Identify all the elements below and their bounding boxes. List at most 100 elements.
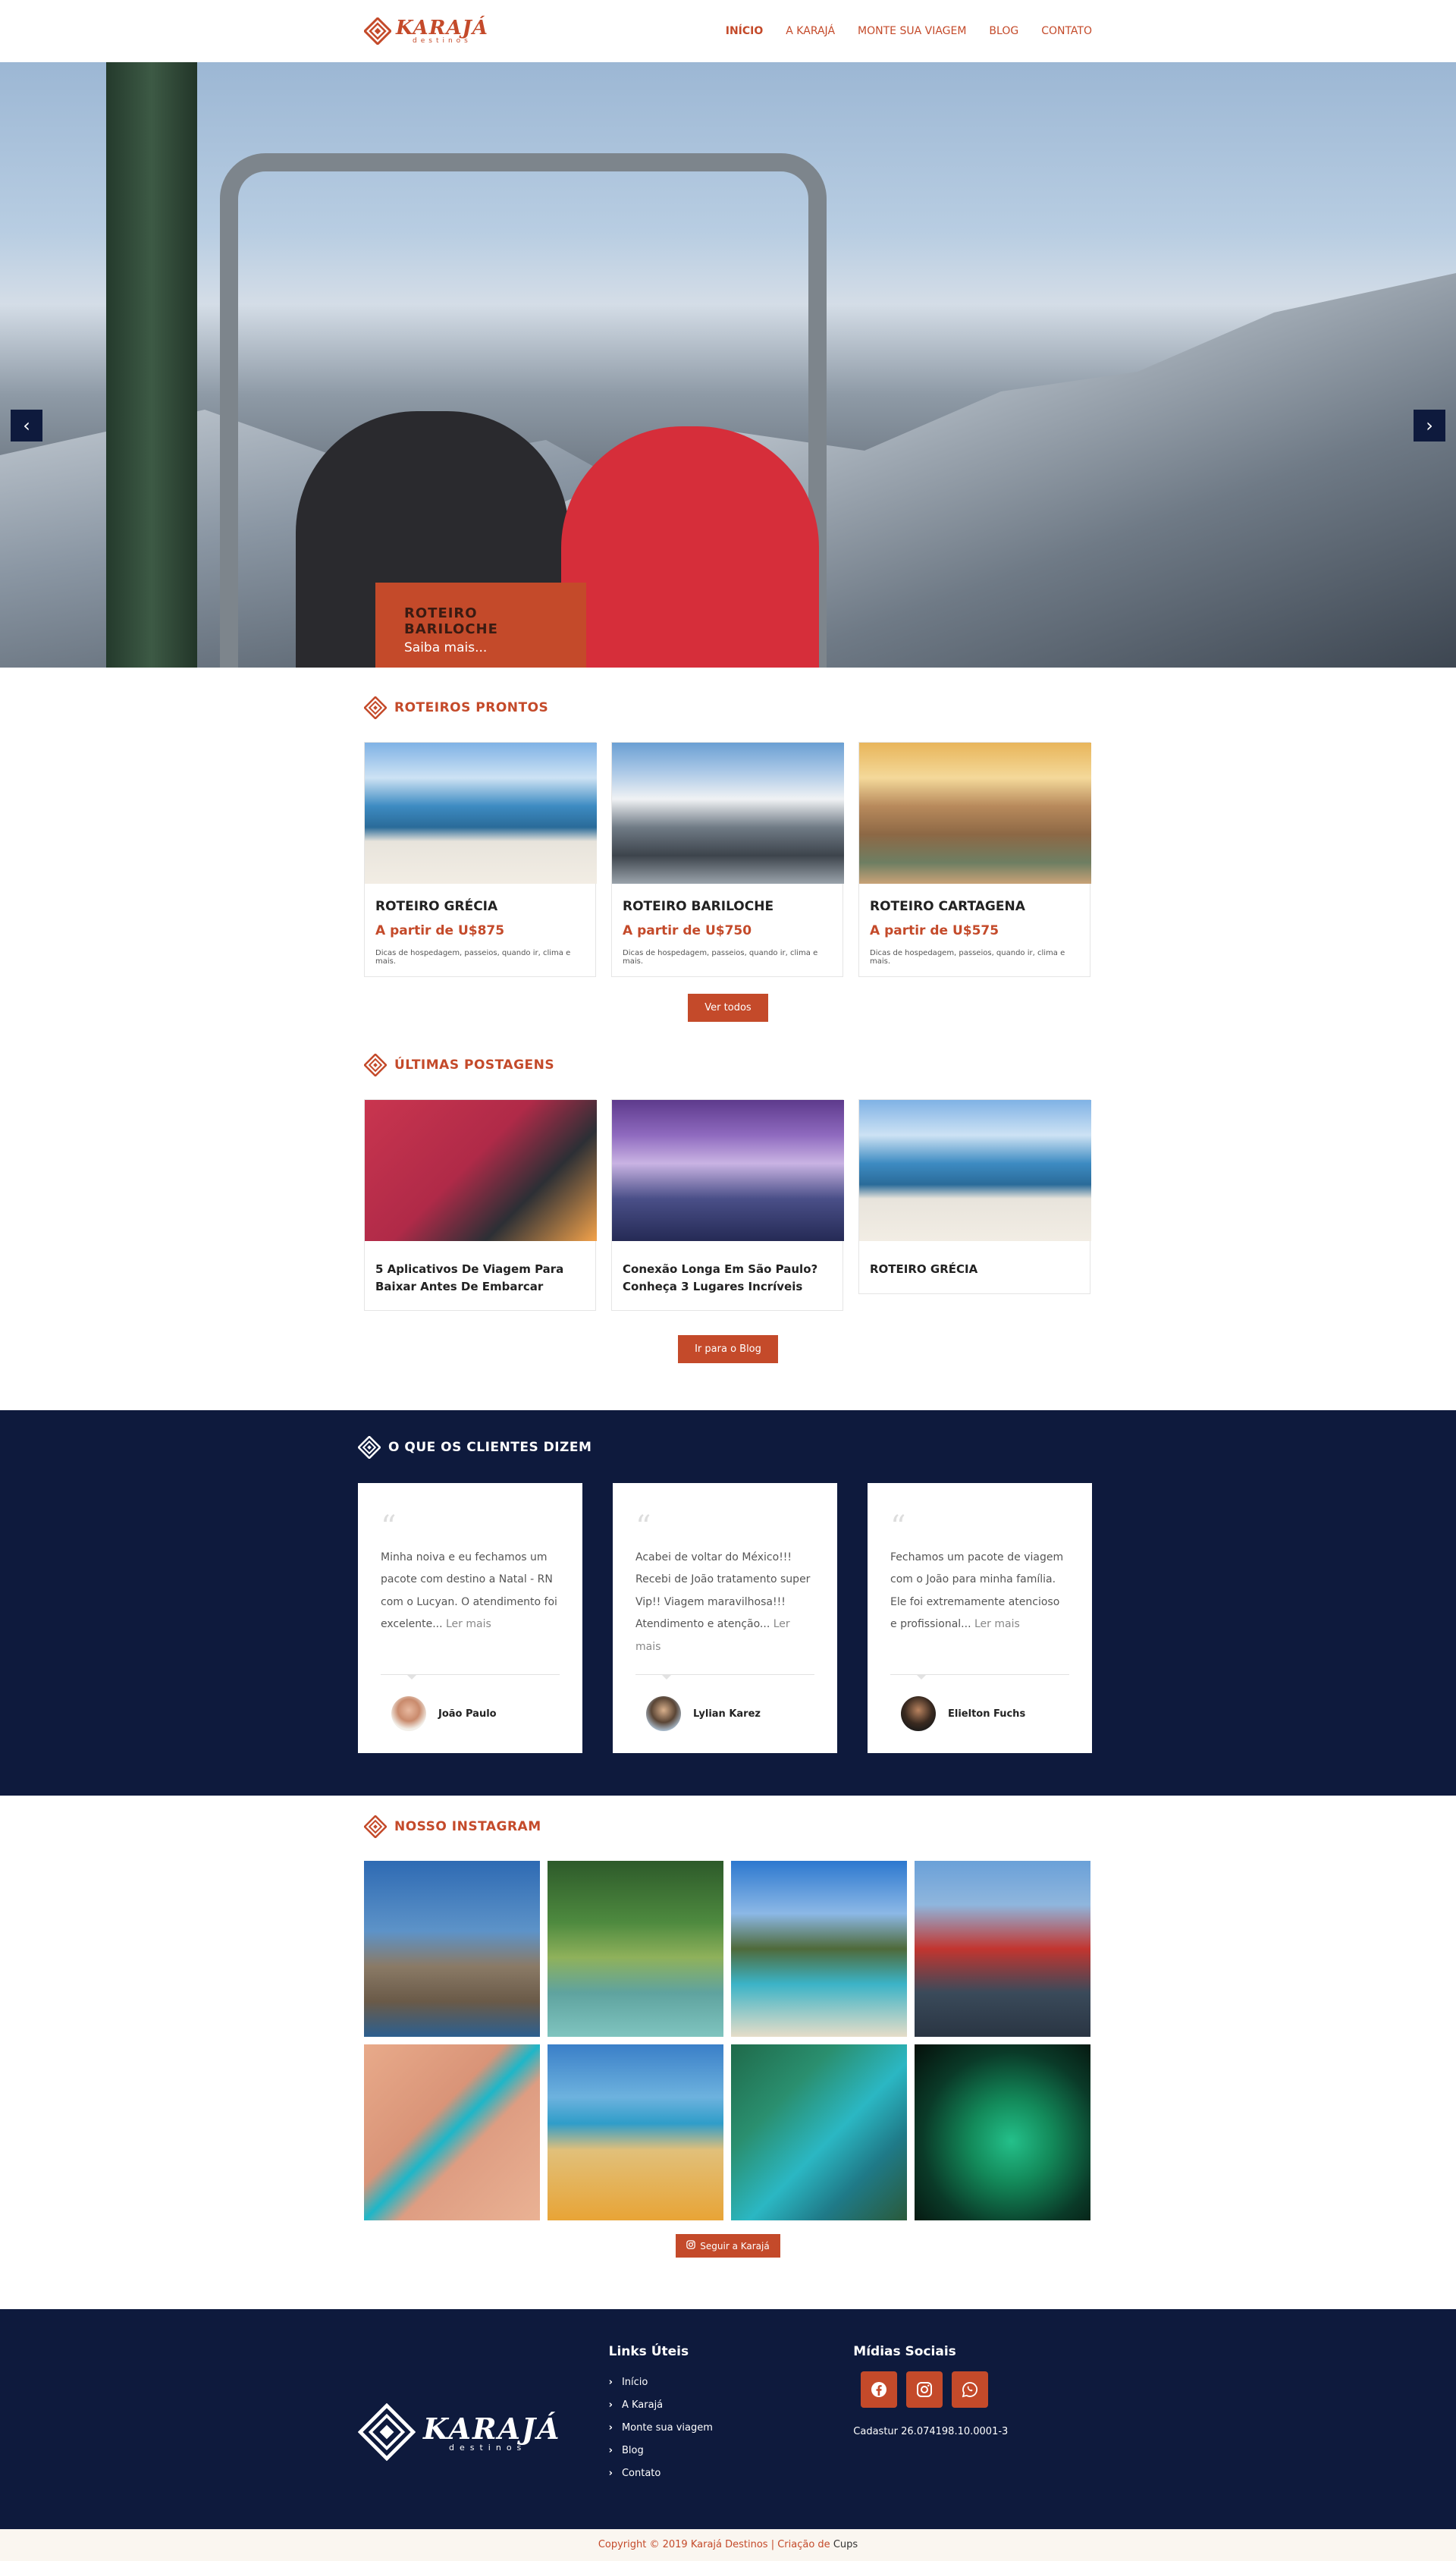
slider-next-button[interactable]: › <box>1414 410 1445 441</box>
logo-diamond-icon <box>357 2402 416 2464</box>
instagram-photo[interactable] <box>548 2044 723 2220</box>
quote-icon: “ <box>635 1510 651 1544</box>
footer-links-title: Links Úteis <box>608 2344 689 2359</box>
testimonial-text: Fechamos um pacote de viagem com o João … <box>890 1547 1069 1661</box>
whatsapp-button[interactable] <box>952 2371 989 2408</box>
nav-item-contato[interactable]: CONTATO <box>1041 25 1092 37</box>
roteiros-section: ROTEIROS PRONTOS ROTEIRO GRÉCIA A partir… <box>0 668 1456 1022</box>
footer-link-a-karaja[interactable]: A Karajá <box>622 2399 663 2411</box>
footer-link-inicio[interactable]: Início <box>622 2377 648 2388</box>
roteiro-card-grecia[interactable]: ROTEIRO GRÉCIA A partir de U$875 Dicas d… <box>364 742 597 977</box>
instagram-photo[interactable] <box>915 2044 1090 2220</box>
logo-diamond-icon <box>362 16 393 46</box>
divider <box>381 1674 560 1680</box>
diamond-icon <box>363 1053 388 1077</box>
testimonial-card: “ Acabei de voltar do México!!! Recebi d… <box>613 1483 837 1753</box>
footer-link-contato[interactable]: Contato <box>622 2468 661 2479</box>
chevron-right-icon: › <box>1426 415 1433 436</box>
nav-item-monte-sua-viagem[interactable]: MONTE SUA VIAGEM <box>858 25 966 37</box>
testimonials-section: O QUE OS CLIENTES DIZEM “ Minha noiva e … <box>0 1410 1456 1796</box>
credit-link[interactable]: Cups <box>833 2539 858 2550</box>
footer-social-title: Mídias Sociais <box>853 2344 956 2359</box>
footer-links: Links Úteis Início A Karajá Monte sua vi… <box>609 2344 854 2484</box>
nav-item-blog[interactable]: BLOG <box>989 25 1018 37</box>
roteiro-desc: Dicas de hospedagem, passeios, quando ir… <box>375 949 571 966</box>
roteiro-desc: Dicas de hospedagem, passeios, quando ir… <box>623 949 818 966</box>
nav-item-inicio[interactable]: INÍCIO <box>726 25 764 37</box>
instagram-photo[interactable] <box>364 1861 540 2037</box>
roteiro-price: A partir de U$875 <box>375 923 505 938</box>
posts-section: ÚLTIMAS POSTAGENS 5 Aplicativos De Viage… <box>0 1022 1456 1363</box>
section-title-text: NOSSO INSTAGRAM <box>394 1819 541 1834</box>
follow-instagram-label: Seguir a Karajá <box>700 2240 770 2251</box>
roteiro-desc: Dicas de hospedagem, passeios, quando ir… <box>870 949 1065 966</box>
follow-instagram-button[interactable]: Seguir a Karajá <box>676 2234 780 2258</box>
read-more-link[interactable]: Ler mais <box>446 1618 491 1630</box>
blog-button[interactable]: Ir para o Blog <box>678 1335 778 1363</box>
quote-icon: “ <box>381 1510 397 1544</box>
copyright-bar: Copyright © 2019 Karajá Destinos | Criaç… <box>0 2529 1456 2561</box>
post-card[interactable]: Conexão Longa Em São Paulo? Conheça 3 Lu… <box>611 1099 844 1311</box>
hero-caption[interactable]: ROTEIRO BARILOCHE Saiba mais... <box>375 583 586 668</box>
divider <box>635 1674 814 1680</box>
instagram-photo[interactable] <box>548 1861 723 2037</box>
section-title-text: O QUE OS CLIENTES DIZEM <box>388 1440 592 1455</box>
hero-image-person-red-jacket <box>561 426 819 668</box>
instagram-icon <box>686 2240 696 2251</box>
post-image <box>365 1100 597 1241</box>
diamond-icon <box>357 1435 381 1460</box>
ver-todos-button[interactable]: Ver todos <box>688 994 768 1022</box>
instagram-photo[interactable] <box>364 2044 540 2220</box>
diamond-icon <box>363 1815 388 1839</box>
post-image <box>859 1100 1091 1241</box>
roteiro-card-cartagena[interactable]: ROTEIRO CARTAGENA A partir de U$575 Dica… <box>858 742 1091 977</box>
section-title-postagens: ÚLTIMAS POSTAGENS <box>363 1053 1092 1077</box>
instagram-photo[interactable] <box>915 1861 1090 2037</box>
post-card[interactable]: 5 Aplicativos De Viagem Para Baixar Ante… <box>364 1099 597 1311</box>
hero-caption-title: ROTEIRO BARILOCHE <box>404 605 498 637</box>
facebook-button[interactable] <box>861 2371 898 2408</box>
testimonial-text: Minha noiva e eu fechamos um pacote com … <box>381 1547 560 1661</box>
logo-tagline: destinos <box>413 36 472 45</box>
avatar <box>391 1696 426 1731</box>
footer-link-monte-sua-viagem[interactable]: Monte sua viagem <box>622 2422 713 2434</box>
footer-logo-wordmark: KARAJÁ <box>423 2412 561 2446</box>
post-title: Conexão Longa Em São Paulo? Conheça 3 Lu… <box>623 1262 818 1293</box>
instagram-photo[interactable] <box>731 2044 907 2220</box>
roteiro-name: ROTEIRO GRÉCIA <box>375 899 498 914</box>
instagram-section: NOSSO INSTAGRAM Seguir a Karajá <box>0 1796 1456 2258</box>
footer-link-blog[interactable]: Blog <box>622 2445 644 2456</box>
section-title-text: ÚLTIMAS POSTAGENS <box>394 1057 555 1073</box>
slider-prev-button[interactable]: ‹ <box>11 410 42 441</box>
testimonial-text: Acabei de voltar do México!!! Recebi de … <box>635 1547 814 1661</box>
quote-icon: “ <box>890 1510 906 1544</box>
roteiro-card-bariloche[interactable]: ROTEIRO BARILOCHE A partir de U$750 Dica… <box>611 742 844 977</box>
roteiro-price: A partir de U$750 <box>623 923 752 938</box>
post-title: ROTEIRO GRÉCIA <box>870 1262 978 1276</box>
chevron-left-icon: ‹ <box>23 415 30 436</box>
hero-caption-link: Saiba mais... <box>404 640 488 655</box>
site-header: KARAJÁ destinos INÍCIO A KARAJÁ MONTE SU… <box>0 0 1456 62</box>
avatar <box>901 1696 936 1731</box>
instagram-button[interactable] <box>906 2371 943 2408</box>
instagram-photo[interactable] <box>731 1861 907 2037</box>
post-card[interactable]: ROTEIRO GRÉCIA <box>858 1099 1091 1294</box>
logo[interactable]: KARAJÁ destinos <box>362 16 488 46</box>
main-nav: INÍCIO A KARAJÁ MONTE SUA VIAGEM BLOG CO… <box>726 25 1092 37</box>
nav-item-a-karaja[interactable]: A KARAJÁ <box>786 25 835 37</box>
roteiro-price: A partir de U$575 <box>870 923 999 938</box>
footer-social: Mídias Sociais Cadastur 26.074198.10.000… <box>853 2344 1098 2484</box>
section-title-text: ROTEIROS PRONTOS <box>394 700 549 715</box>
logo-wordmark: KARAJÁ <box>396 16 488 39</box>
read-more-link[interactable]: Ler mais <box>974 1618 1020 1630</box>
section-title-instagram: NOSSO INSTAGRAM <box>363 1815 1092 1839</box>
testimonial-author: João Paulo <box>438 1708 497 1720</box>
facebook-icon <box>871 2382 887 2397</box>
roteiro-image <box>859 743 1091 884</box>
section-title-roteiros: ROTEIROS PRONTOS <box>363 696 1092 720</box>
testimonial-author: Elielton Fuchs <box>948 1708 1026 1720</box>
post-title: 5 Aplicativos De Viagem Para Baixar Ante… <box>375 1262 564 1293</box>
cadastur-number: Cadastur 26.074198.10.0001-3 <box>853 2426 1009 2437</box>
footer-logo-tagline: destinos <box>449 2443 527 2453</box>
roteiro-name: ROTEIRO CARTAGENA <box>870 899 1025 914</box>
